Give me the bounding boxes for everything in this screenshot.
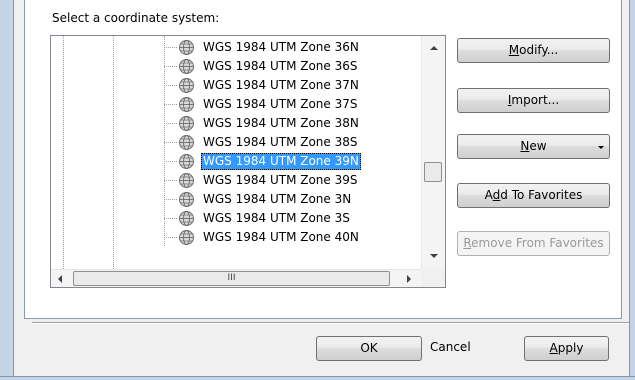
add-to-favorites-button[interactable]: Add To Favorites bbox=[457, 183, 610, 208]
globe-icon bbox=[178, 153, 195, 170]
tree-connector bbox=[164, 47, 177, 48]
add-fav-label-pre: A bbox=[484, 188, 493, 202]
window-frame-bottom bbox=[0, 376, 635, 380]
tree-item[interactable]: WGS 1984 UTM Zone 38S bbox=[51, 133, 421, 152]
globe-icon bbox=[178, 172, 195, 189]
tree-item-label: WGS 1984 UTM Zone 38N bbox=[203, 116, 359, 130]
tree-item[interactable]: WGS 1984 UTM Zone 3N bbox=[51, 190, 421, 209]
tree-connector bbox=[164, 199, 177, 200]
apply-button[interactable]: Apply bbox=[524, 336, 609, 361]
tree-item[interactable]: WGS 1984 UTM Zone 37N bbox=[51, 76, 421, 95]
tree-item-label: WGS 1984 UTM Zone 3S bbox=[203, 211, 350, 225]
tree-item[interactable]: WGS 1984 UTM Zone 40N bbox=[51, 228, 421, 247]
tree-connector bbox=[164, 85, 177, 86]
tree-connector bbox=[164, 237, 177, 238]
tree-connector bbox=[164, 161, 177, 162]
globe-icon bbox=[178, 39, 195, 56]
horizontal-scroll-thumb[interactable]: III bbox=[73, 271, 390, 286]
coordinate-system-tree[interactable]: WGS 1984 UTM Zone 36N WGS 1984 UTM Zone 3… bbox=[50, 35, 446, 288]
tree-item-label: WGS 1984 UTM Zone 36S bbox=[203, 59, 358, 73]
window-frame-left bbox=[0, 0, 14, 380]
scroll-down-arrow-icon[interactable] bbox=[430, 254, 438, 258]
dropdown-arrow-icon[interactable] bbox=[598, 146, 604, 149]
tree-item-label: WGS 1984 UTM Zone 37N bbox=[203, 78, 359, 92]
globe-icon bbox=[178, 134, 195, 151]
globe-icon bbox=[178, 115, 195, 132]
tree-connector bbox=[164, 180, 177, 181]
globe-icon bbox=[178, 210, 195, 227]
apply-label-access-key: A bbox=[549, 341, 558, 355]
globe-icon bbox=[178, 229, 195, 246]
remove-fav-label-post: emove From Favorites bbox=[471, 236, 604, 250]
tree-rows: WGS 1984 UTM Zone 36N WGS 1984 UTM Zone 3… bbox=[51, 38, 421, 247]
remove-fav-label-access-key: R bbox=[463, 236, 472, 250]
new-label-post: ew bbox=[529, 139, 547, 153]
tree-item-label: WGS 1984 UTM Zone 36N bbox=[203, 40, 359, 54]
apply-label-post: pply bbox=[557, 341, 584, 355]
tree-item[interactable]: WGS 1984 UTM Zone 39N bbox=[51, 152, 421, 171]
globe-icon bbox=[178, 58, 195, 75]
new-button[interactable]: New bbox=[457, 134, 610, 159]
tree-connector bbox=[164, 66, 177, 67]
separator bbox=[32, 322, 629, 324]
tree-item-label: WGS 1984 UTM Zone 3N bbox=[203, 192, 352, 206]
tree-connector bbox=[164, 123, 177, 124]
tree-item-label: WGS 1984 UTM Zone 39N bbox=[201, 153, 361, 170]
scroll-up-arrow-icon[interactable] bbox=[430, 46, 438, 50]
select-coordinate-system-label: Select a coordinate system: bbox=[52, 11, 220, 25]
globe-icon bbox=[178, 191, 195, 208]
import-label-post: mport... bbox=[511, 93, 560, 107]
modify-label-post: odify... bbox=[519, 43, 559, 57]
tree-item[interactable]: WGS 1984 UTM Zone 3S bbox=[51, 209, 421, 228]
tree-item[interactable]: WGS 1984 UTM Zone 38N bbox=[51, 114, 421, 133]
tree-item-label: WGS 1984 UTM Zone 39S bbox=[203, 173, 358, 187]
tree-connector bbox=[164, 104, 177, 105]
tree-connector bbox=[164, 142, 177, 143]
scroll-left-arrow-icon[interactable] bbox=[58, 275, 62, 283]
tree-item[interactable]: WGS 1984 UTM Zone 39S bbox=[51, 171, 421, 190]
add-fav-label-post: d To Favorites bbox=[500, 188, 583, 202]
tree-item-label: WGS 1984 UTM Zone 37S bbox=[203, 97, 358, 111]
cancel-button[interactable]: Cancel bbox=[430, 336, 516, 361]
vertical-scrollbar[interactable] bbox=[421, 36, 445, 269]
tree-connector bbox=[164, 218, 177, 219]
horizontal-scrollbar[interactable]: III bbox=[51, 269, 421, 287]
vertical-scroll-thumb[interactable] bbox=[424, 162, 442, 182]
modify-label-access-key: M bbox=[508, 43, 520, 57]
ok-button[interactable]: OK bbox=[316, 336, 422, 361]
tree-item-label: WGS 1984 UTM Zone 38S bbox=[203, 135, 358, 149]
globe-icon bbox=[178, 96, 195, 113]
import-button[interactable]: Import... bbox=[457, 88, 610, 113]
tree-item-label: WGS 1984 UTM Zone 40N bbox=[203, 230, 359, 244]
tree-item[interactable]: WGS 1984 UTM Zone 36N bbox=[51, 38, 421, 57]
tree-item[interactable]: WGS 1984 UTM Zone 36S bbox=[51, 57, 421, 76]
scroll-right-arrow-icon[interactable] bbox=[407, 275, 411, 283]
window-frame-right bbox=[629, 0, 635, 380]
modify-button[interactable]: Modify... bbox=[457, 38, 610, 63]
scrollbar-corner bbox=[421, 269, 445, 287]
globe-icon bbox=[178, 77, 195, 94]
tree-item[interactable]: WGS 1984 UTM Zone 37S bbox=[51, 95, 421, 114]
remove-from-favorites-button[interactable]: Remove From Favorites bbox=[457, 231, 610, 256]
